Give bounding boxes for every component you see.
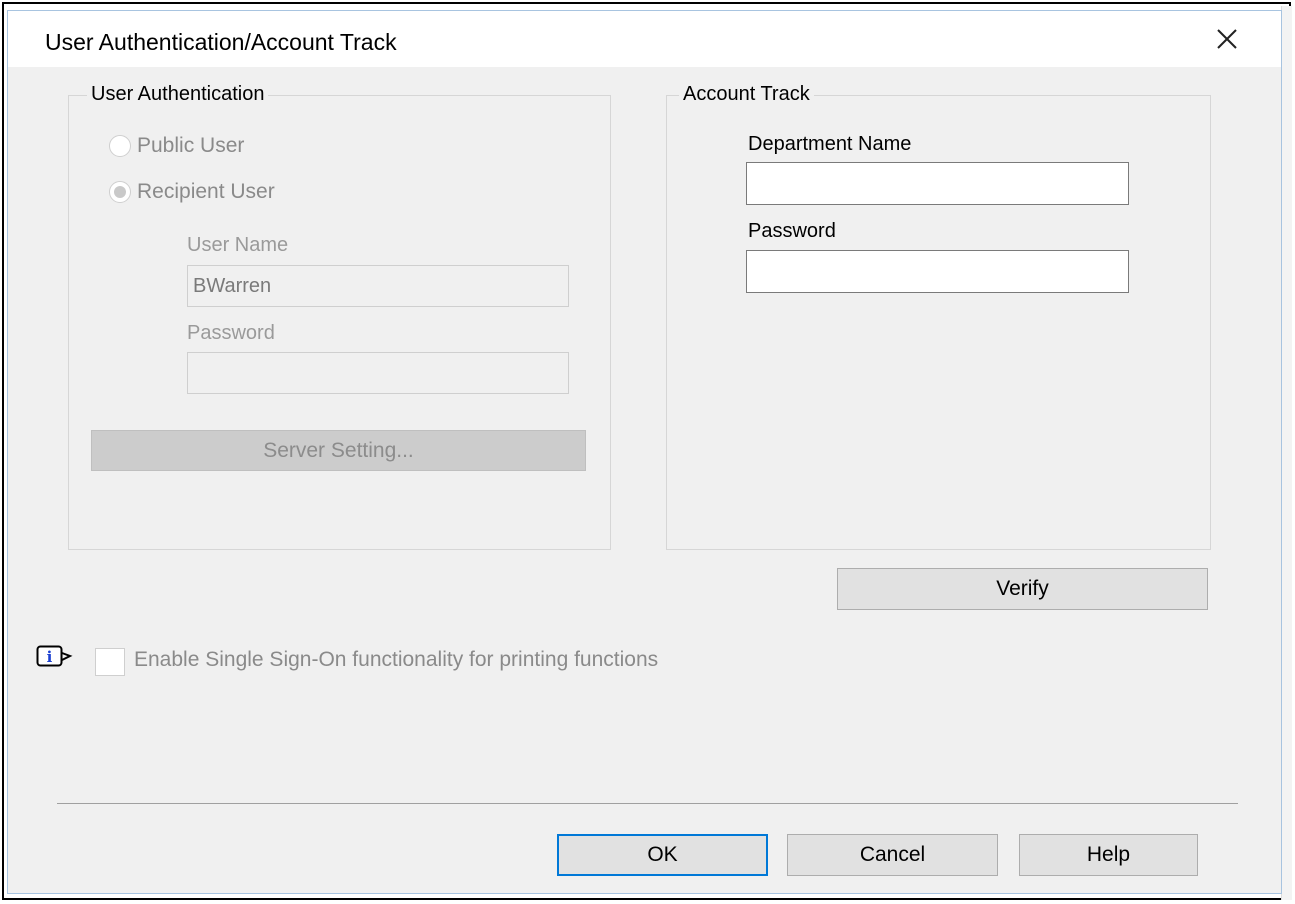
user-name-field[interactable]: [187, 265, 569, 307]
department-name-field[interactable]: [746, 162, 1129, 205]
info-icon[interactable]: i: [36, 645, 76, 669]
department-name-label: Department Name: [748, 133, 912, 155]
footer-separator: [57, 803, 1238, 804]
public-user-radio-row[interactable]: Public User: [109, 134, 244, 158]
sso-label: Enable Single Sign-On functionality for …: [134, 648, 659, 671]
recipient-user-radio[interactable]: [109, 181, 131, 203]
public-user-label: Public User: [137, 134, 245, 157]
ok-button[interactable]: OK: [557, 834, 768, 876]
close-icon: [1217, 29, 1237, 49]
recipient-user-radio-row[interactable]: Recipient User: [109, 180, 275, 204]
user-password-label: Password: [187, 322, 275, 344]
window-title: User Authentication/Account Track: [45, 29, 397, 55]
account-track-group: Account Track Department Name Password: [666, 83, 1211, 550]
user-password-field[interactable]: [187, 352, 569, 394]
server-setting-button[interactable]: Server Setting...: [91, 430, 586, 471]
background-window-edge: [1281, 6, 1292, 900]
title-bar: User Authentication/Account Track: [8, 11, 1281, 67]
account-track-legend: Account Track: [679, 83, 814, 106]
user-name-label: User Name: [187, 234, 289, 256]
sso-checkbox[interactable]: [95, 648, 125, 676]
recipient-user-label: Recipient User: [137, 180, 275, 203]
account-password-label: Password: [748, 220, 836, 242]
svg-text:i: i: [47, 648, 53, 666]
verify-button[interactable]: Verify: [837, 568, 1208, 610]
public-user-radio[interactable]: [109, 135, 131, 157]
user-authentication-group: User Authentication Public User Recipien…: [68, 83, 611, 550]
account-password-field[interactable]: [746, 250, 1129, 293]
close-button[interactable]: [1203, 19, 1251, 59]
cancel-button[interactable]: Cancel: [787, 834, 998, 876]
help-button[interactable]: Help: [1019, 834, 1198, 876]
dialog-window: User Authentication/Account Track User A…: [7, 10, 1282, 894]
user-authentication-legend: User Authentication: [87, 83, 269, 106]
